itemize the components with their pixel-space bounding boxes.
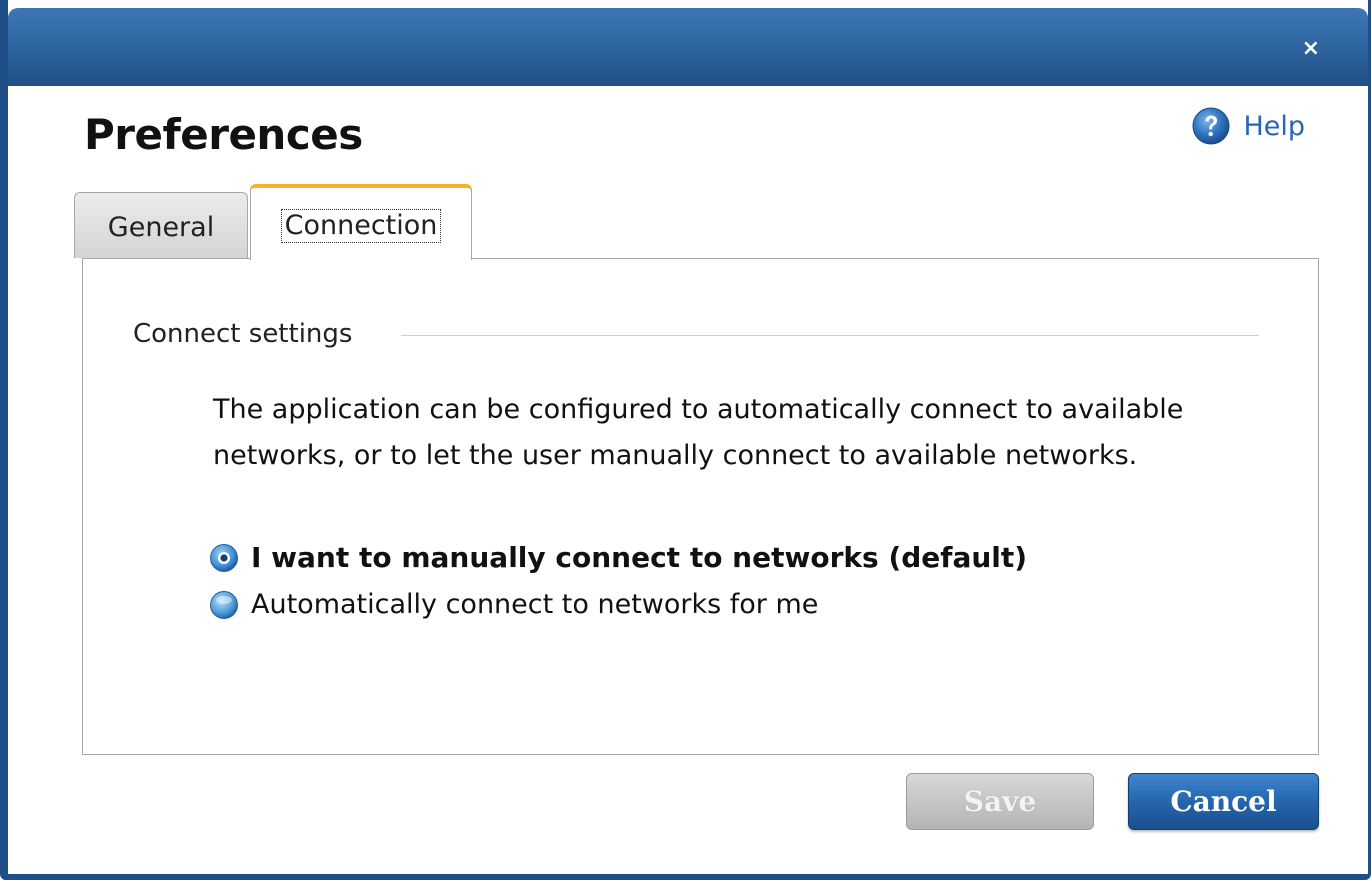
close-icon[interactable]: × — [1302, 38, 1320, 60]
tab-general-label: General — [107, 212, 215, 243]
radio-manual-label[interactable]: I want to manually connect to networks (… — [251, 541, 1027, 574]
radio-unselected-icon[interactable] — [209, 590, 239, 620]
help-link[interactable]: Help — [1191, 106, 1305, 146]
save-button[interactable]: Save — [906, 773, 1094, 830]
page-title: Preferences — [84, 110, 363, 159]
title-bar[interactable]: × — [8, 8, 1368, 86]
connect-settings-description: The application can be configured to aut… — [213, 394, 1184, 471]
radio-selected-icon[interactable] — [209, 543, 239, 573]
radio-auto-connect[interactable]: Automatically connect to networks for me — [209, 589, 818, 620]
connection-tab-panel: Connect settings The application can be … — [82, 258, 1319, 755]
tab-connection-label: Connection — [280, 209, 442, 243]
group-divider — [401, 335, 1259, 336]
question-mark-icon[interactable] — [1191, 106, 1231, 146]
radio-auto-label[interactable]: Automatically connect to networks for me — [251, 589, 818, 620]
cancel-button[interactable]: Cancel — [1128, 773, 1319, 830]
connect-settings-heading: Connect settings — [133, 319, 353, 349]
preferences-dialog: × Preferences Help General Connection Co… — [0, 0, 1371, 880]
tab-connection[interactable]: Connection — [250, 184, 472, 260]
radio-manual-connect[interactable]: I want to manually connect to networks (… — [209, 541, 1027, 574]
help-label[interactable]: Help — [1243, 111, 1305, 142]
tab-general[interactable]: General — [74, 192, 248, 258]
